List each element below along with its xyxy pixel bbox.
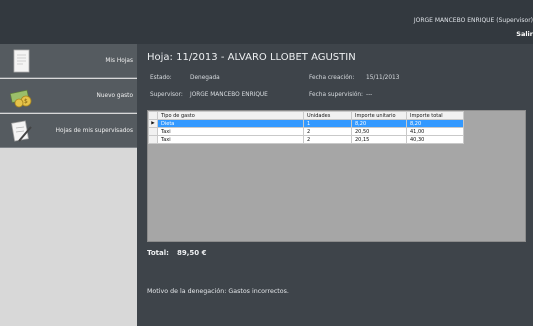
checklist-pencil-icon bbox=[11, 120, 32, 142]
estado-label: Estado: bbox=[150, 75, 172, 81]
row-header-corner bbox=[148, 111, 158, 120]
denial-reason: Motivo de la denegación: Gastos incorrec… bbox=[147, 288, 289, 295]
column-header[interactable]: Importe total bbox=[406, 111, 464, 120]
sidebar-item-label: Mis Hojas bbox=[105, 58, 133, 64]
table-header-row: Tipo de gasto Unidades Importe unitario … bbox=[148, 111, 464, 120]
table-cell[interactable]: 20,50 bbox=[351, 127, 407, 136]
fecha-supervision-label: Fecha supervisión: bbox=[309, 92, 364, 98]
table-cell[interactable]: 2 bbox=[303, 135, 352, 144]
row-selector[interactable] bbox=[148, 135, 158, 144]
expenses-table: Tipo de gasto Unidades Importe unitario … bbox=[148, 111, 464, 144]
current-user: JORGE MANCEBO ENRIQUE (Supervisor) bbox=[413, 17, 533, 24]
page-title: Hoja: 11/2013 - ALVARO LLOBET AGUSTIN bbox=[147, 52, 356, 63]
column-header[interactable]: Unidades bbox=[303, 111, 352, 120]
table-row[interactable]: Taxi 2 20,50 41,00 bbox=[148, 127, 464, 136]
svg-text:$: $ bbox=[24, 98, 28, 105]
total-value: 89,50 € bbox=[177, 249, 207, 257]
sheet-detail-panel: Hoja: 11/2013 - ALVARO LLOBET AGUSTIN Es… bbox=[137, 44, 533, 326]
table-cell[interactable]: Taxi bbox=[157, 135, 304, 144]
table-cell[interactable]: 1 bbox=[303, 119, 352, 128]
sidebar: Mis Hojas $ Nuevo gasto Hojas de mis sup… bbox=[0, 44, 137, 326]
table-cell[interactable]: Taxi bbox=[157, 127, 304, 136]
sidebar-item-hojas-supervisados[interactable]: Hojas de mis supervisados bbox=[0, 114, 137, 148]
estado-value: Denegada bbox=[190, 75, 220, 81]
table-row[interactable]: Taxi 2 20,15 40,30 bbox=[148, 135, 464, 144]
table-row[interactable]: ▶ Dieta 1 8,20 8,20 bbox=[148, 119, 464, 128]
sidebar-item-label: Hojas de mis supervisados bbox=[55, 128, 133, 134]
table-cell[interactable]: 8,20 bbox=[351, 119, 407, 128]
table-cell[interactable]: 20,15 bbox=[351, 135, 407, 144]
top-bar: JORGE MANCEBO ENRIQUE (Supervisor) Salir bbox=[0, 0, 533, 44]
sidebar-item-label: Nuevo gasto bbox=[96, 93, 133, 99]
fecha-supervision-value: --- bbox=[366, 92, 373, 98]
column-header[interactable]: Importe unitario bbox=[351, 111, 407, 120]
money-icon: $ bbox=[10, 89, 32, 108]
sidebar-item-nuevo-gasto[interactable]: $ Nuevo gasto bbox=[0, 79, 137, 113]
total-label: Total: bbox=[147, 249, 169, 257]
expenses-grid[interactable]: Tipo de gasto Unidades Importe unitario … bbox=[147, 110, 526, 242]
table-cell[interactable]: 8,20 bbox=[406, 119, 464, 128]
table-cell[interactable]: 2 bbox=[303, 127, 352, 136]
document-icon bbox=[13, 49, 30, 73]
row-selector-icon[interactable]: ▶ bbox=[148, 119, 158, 128]
table-cell[interactable]: Dieta bbox=[157, 119, 304, 128]
table-cell[interactable]: 40,30 bbox=[406, 135, 464, 144]
table-cell[interactable]: 41,00 bbox=[406, 127, 464, 136]
fecha-creacion-value: 15/11/2013 bbox=[366, 75, 400, 81]
column-header[interactable]: Tipo de gasto bbox=[157, 111, 304, 120]
logout-link[interactable]: Salir bbox=[516, 30, 533, 38]
sidebar-item-mis-hojas[interactable]: Mis Hojas bbox=[0, 44, 137, 78]
supervisor-value: JORGE MANCEBO ENRIQUE bbox=[190, 92, 268, 98]
supervisor-label: Supervisor: bbox=[150, 92, 183, 98]
fecha-creacion-label: Fecha creación: bbox=[309, 75, 355, 81]
row-selector[interactable] bbox=[148, 127, 158, 136]
